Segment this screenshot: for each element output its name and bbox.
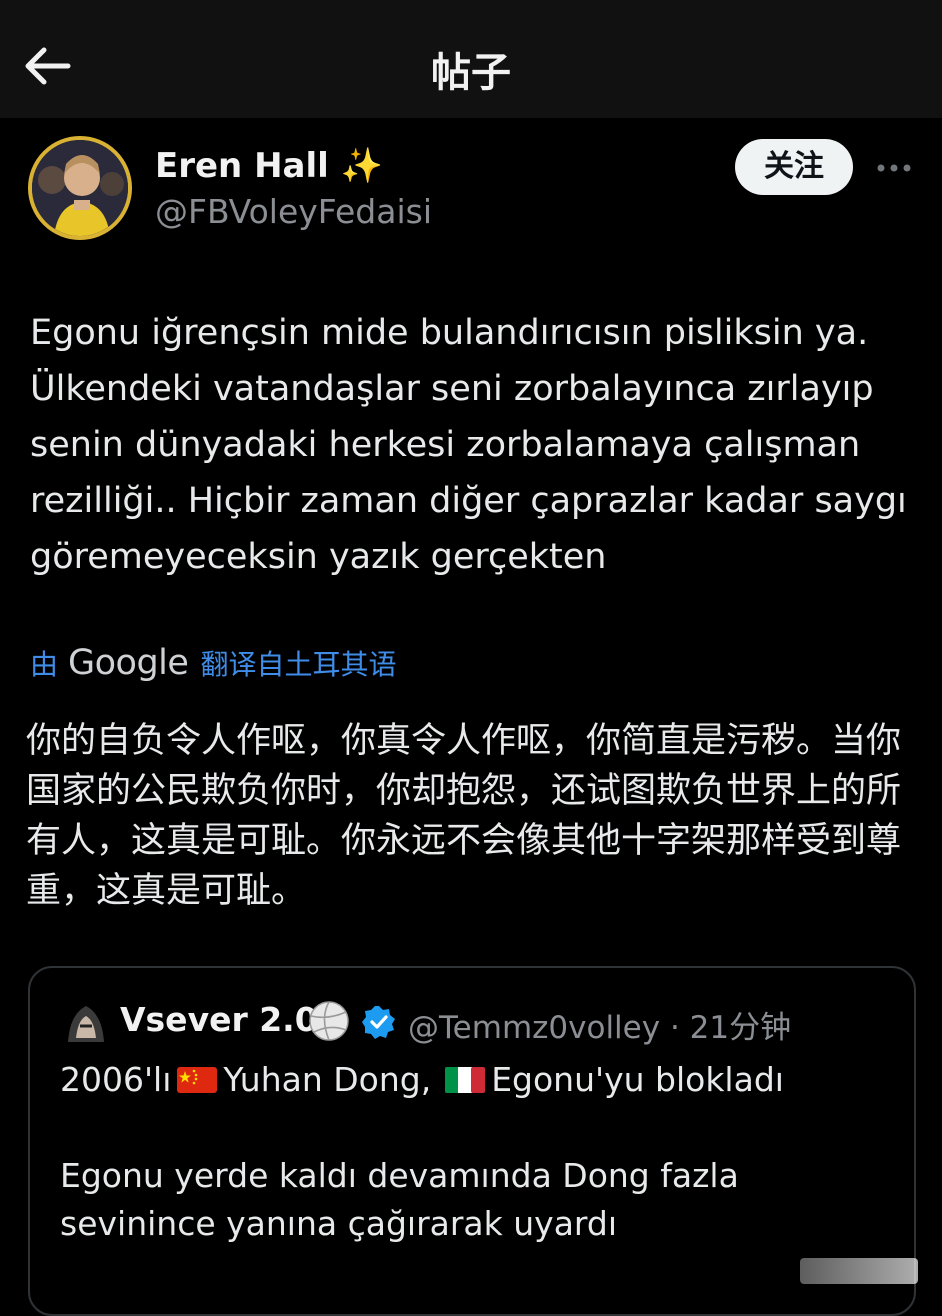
more-button[interactable] [876,160,912,174]
volleyball-icon [309,1001,349,1041]
translation-prefix: 由 [30,648,59,681]
google-logo: Google [68,643,189,683]
translated-text: 你的自负令人作呕，你真令人作呕，你简直是污秽。当你国家的公民欺负你时，你却抱怨，… [26,721,902,911]
translation-source-label: 翻译自土耳其语 [200,648,397,681]
quote-handle-time: @Temmz0volley · 21分钟 [408,1010,792,1046]
quote-body: Egonu yerde kaldı devamında Dong fazla s… [60,1156,739,1243]
avatar-image [32,140,128,236]
post-text: Egonu iğrençsin mide bulandırıcısın pisl… [30,313,907,577]
more-icon [877,164,911,172]
top-bar: 帖子 [0,0,942,118]
italy-flag-icon [445,1066,486,1093]
follow-button[interactable]: 关注 [735,139,853,195]
avatar[interactable] [28,136,132,240]
quote-avatar [68,1006,104,1042]
verified-icon [362,1006,395,1039]
quote-author-name: Vsever 2.0 [120,1000,318,1039]
page-title: 帖子 [431,50,511,96]
quoted-post[interactable]: Vsever 2.0 @Temmz0volley · 21分钟 2006'lı … [28,966,916,1316]
author-handle[interactable]: @FBVoleyFedaisi [155,192,432,231]
china-flag-icon [177,1066,218,1093]
sparkles-icon: ✨ [340,146,383,186]
quote-headline: 2006'lı Yuhan Dong, Egonu'yu blokladı [60,1060,784,1099]
author-name[interactable]: Eren Hall ✨ [155,146,383,186]
translation-attribution[interactable]: 由 Google 翻译自土耳其语 [30,640,396,686]
watermark [800,1258,918,1284]
